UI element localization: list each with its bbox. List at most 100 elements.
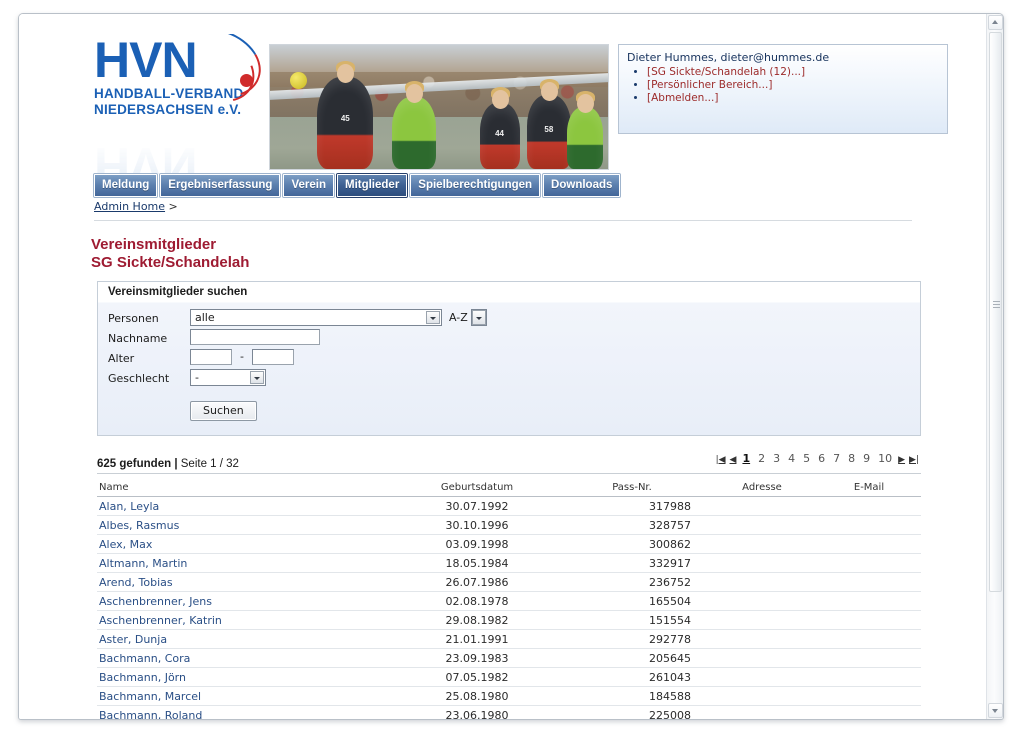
- cell-name[interactable]: Bachmann, Roland: [97, 705, 397, 719]
- pager-page-1[interactable]: 1: [742, 452, 750, 465]
- pager-page-4[interactable]: 4: [788, 452, 795, 465]
- form-row-geschlecht: Geschlecht -: [108, 369, 920, 389]
- hvn-logo[interactable]: HVN HANDBALL-VERBAND NIEDERSACHSEN e.V. …: [94, 34, 262, 174]
- table-row[interactable]: Arend, Tobias 26.07.1986 236752: [97, 572, 921, 592]
- cell-birthdate: 02.08.1978: [397, 591, 557, 611]
- user-link-club[interactable]: [SG Sickte/Schandelah (12)...]: [647, 66, 805, 78]
- cell-email: [817, 629, 921, 649]
- nav-tab-meldung[interactable]: Meldung: [94, 174, 158, 197]
- cell-birthdate: 23.09.1983: [397, 648, 557, 668]
- members-table: Name Geburtsdatum Pass-Nr. Adresse E-Mai…: [97, 474, 921, 719]
- nav-tab-spielberechtigungen[interactable]: Spielberechtigungen: [410, 174, 541, 197]
- pager-page-9[interactable]: 9: [863, 452, 870, 465]
- breadcrumb-link-admin-home[interactable]: Admin Home: [94, 200, 165, 213]
- pager-page-8[interactable]: 8: [848, 452, 855, 465]
- cell-passnr: 236752: [557, 572, 707, 592]
- pager-last[interactable]: ▶|: [909, 455, 919, 465]
- table-row[interactable]: Altmann, Martin 18.05.1984 332917: [97, 553, 921, 573]
- cell-email: [817, 705, 921, 719]
- search-button[interactable]: Suchen: [190, 401, 257, 421]
- table-row[interactable]: Aster, Dunja 21.01.1991 292778: [97, 629, 921, 649]
- input-alter-from[interactable]: [190, 349, 232, 365]
- cell-address: [707, 534, 817, 554]
- page-title-main: Vereinsmitglieder: [91, 236, 217, 253]
- photo-player: 45: [317, 61, 374, 169]
- pager-page-3[interactable]: 3: [773, 452, 780, 465]
- column-header-name[interactable]: Name: [97, 474, 397, 497]
- cell-name[interactable]: Albes, Rasmus: [97, 515, 397, 535]
- cell-birthdate: 21.01.1991: [397, 629, 557, 649]
- pager-first[interactable]: |◀: [716, 455, 726, 465]
- cell-birthdate: 03.09.1998: [397, 534, 557, 554]
- cell-email: [817, 591, 921, 611]
- pager-page-5[interactable]: 5: [803, 452, 810, 465]
- pager-prev[interactable]: ◀: [730, 455, 737, 465]
- scrollbar-thumb[interactable]: [989, 32, 1002, 592]
- search-panel: Vereinsmitglieder suchen Personen alle A-Z…: [97, 281, 921, 436]
- form-row-personen: Personen alle A-Z: [108, 309, 920, 329]
- column-header-passnr[interactable]: Pass-Nr.: [557, 474, 707, 497]
- logo-main: HVN HANDBALL-VERBAND NIEDERSACHSEN e.V.: [94, 34, 262, 138]
- table-row[interactable]: Bachmann, Cora 23.09.1983 205645: [97, 648, 921, 668]
- player-head: [337, 64, 355, 83]
- nav-tab-verein[interactable]: Verein: [283, 174, 334, 197]
- alter-range-dash: -: [240, 350, 244, 363]
- user-session-box: Dieter Hummes, dieter@hummes.de [SG Sick…: [618, 44, 948, 134]
- label-az: A-Z: [449, 311, 468, 324]
- search-submit-row: Suchen: [108, 389, 920, 421]
- cell-name[interactable]: Arend, Tobias: [97, 572, 397, 592]
- cell-name[interactable]: Altmann, Martin: [97, 553, 397, 573]
- cell-name[interactable]: Bachmann, Jörn: [97, 667, 397, 687]
- cell-name[interactable]: Bachmann, Marcel: [97, 686, 397, 706]
- table-row[interactable]: Bachmann, Marcel 25.08.1980 184588: [97, 686, 921, 706]
- table-row[interactable]: Alex, Max 03.09.1998 300862: [97, 534, 921, 554]
- nav-tab-ergebniserfassung[interactable]: Ergebniserfassung: [160, 174, 281, 197]
- pager-page-2[interactable]: 2: [758, 452, 765, 465]
- select-geschlecht[interactable]: -: [190, 369, 266, 386]
- chevron-down-icon[interactable]: [250, 371, 264, 384]
- pager-page-6[interactable]: 6: [818, 452, 825, 465]
- label-personen: Personen: [108, 312, 159, 325]
- table-body: Alan, Leyla 30.07.1992 317988 Albes, Rasmus…: [97, 496, 921, 719]
- cell-name[interactable]: Aschenbrenner, Jens: [97, 591, 397, 611]
- pager-page-10[interactable]: 10: [878, 452, 892, 465]
- table-row[interactable]: Aschenbrenner, Jens 02.08.1978 165504: [97, 591, 921, 611]
- table-row[interactable]: Bachmann, Jörn 07.05.1982 261043: [97, 667, 921, 687]
- pager-next[interactable]: ▶: [898, 455, 905, 465]
- cell-name[interactable]: Aster, Dunja: [97, 629, 397, 649]
- select-sort-az[interactable]: [470, 309, 487, 326]
- column-header-email[interactable]: E-Mail: [817, 474, 921, 497]
- table-row[interactable]: Albes, Rasmus 30.10.1996 328757: [97, 515, 921, 535]
- cell-passnr: 225008: [557, 705, 707, 719]
- pager-page-7[interactable]: 7: [833, 452, 840, 465]
- cell-name[interactable]: Alan, Leyla: [97, 496, 397, 516]
- nav-tab-downloads[interactable]: Downloads: [543, 174, 621, 197]
- scroll-up-arrow-icon[interactable]: [988, 15, 1003, 30]
- player-number: 58: [544, 124, 554, 134]
- player-head: [577, 94, 595, 113]
- user-link-personal-area[interactable]: [Persönlicher Bereich...]: [647, 79, 772, 91]
- vertical-scrollbar[interactable]: [986, 14, 1003, 719]
- table-row[interactable]: Alan, Leyla 30.07.1992 317988: [97, 496, 921, 516]
- scroll-down-arrow-icon[interactable]: [988, 703, 1003, 718]
- table-row[interactable]: Bachmann, Roland 23.06.1980 225008: [97, 705, 921, 719]
- cell-birthdate: 23.06.1980: [397, 705, 557, 719]
- cell-email: [817, 515, 921, 535]
- input-nachname[interactable]: [190, 329, 320, 345]
- column-header-geburtsdatum[interactable]: Geburtsdatum: [397, 474, 557, 497]
- results-separator: |: [174, 458, 178, 470]
- user-identity: Dieter Hummes, dieter@hummes.de: [627, 51, 830, 64]
- cell-name[interactable]: Bachmann, Cora: [97, 648, 397, 668]
- nav-tab-mitglieder[interactable]: Mitglieder: [336, 174, 408, 197]
- chevron-down-icon[interactable]: [471, 310, 486, 325]
- column-header-adresse[interactable]: Adresse: [707, 474, 817, 497]
- select-personen[interactable]: alle: [190, 309, 442, 326]
- form-row-nachname: Nachname: [108, 329, 920, 349]
- cell-name[interactable]: Alex, Max: [97, 534, 397, 554]
- table-row[interactable]: Aschenbrenner, Katrin 29.08.1982 151554: [97, 610, 921, 630]
- cell-email: [817, 553, 921, 573]
- chevron-down-icon[interactable]: [426, 311, 440, 324]
- cell-name[interactable]: Aschenbrenner, Katrin: [97, 610, 397, 630]
- input-alter-to[interactable]: [252, 349, 294, 365]
- user-link-logout[interactable]: [Abmelden...]: [647, 92, 718, 104]
